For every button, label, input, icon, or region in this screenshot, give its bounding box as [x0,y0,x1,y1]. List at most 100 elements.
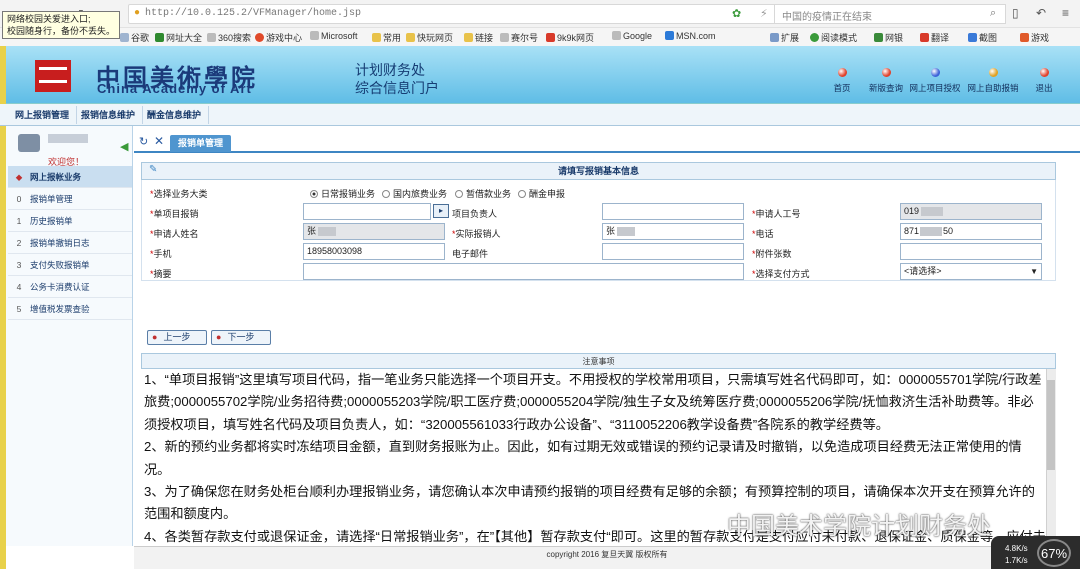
bookmark-item[interactable]: 游戏中心 [255,31,302,44]
nav-new-query[interactable]: 新版查询 [866,68,906,94]
bookmark-item[interactable]: Google [612,31,652,41]
upload-speed: 4.8K/s [1005,544,1028,553]
undo-icon[interactable]: ↶ [1036,6,1046,20]
nav-home[interactable]: 首页 [830,68,854,94]
extension-item[interactable]: 截图 [968,31,997,44]
scissors-icon [968,33,977,42]
extension-item[interactable]: 扩展 [770,31,799,44]
tooltip: 网络校园关爱进入口; 校园随身行，备份不丢失。 [2,11,120,39]
gamepad-icon [1020,33,1029,42]
home-dot-icon [837,68,847,77]
next-circle-icon: ● [216,332,222,342]
read-icon [810,33,819,42]
menu-remuneration-info[interactable]: 酬金信息维护 [140,106,210,124]
summary-label: *摘要 [150,269,172,279]
diamond-icon: ◆ [15,172,23,182]
menu-reimbursement-info[interactable]: 报销信息维护 [74,106,144,124]
radio-remuneration[interactable]: 酬金申报 [518,187,565,200]
bookmark-item[interactable]: 9k9k网页 [546,31,594,44]
project-owner-input[interactable] [602,203,744,220]
bookmark-item[interactable]: 快玩网页 [406,31,453,44]
mobile-label: *手机 [150,249,172,259]
payment-method-label: *选择支付方式 [752,269,810,279]
bookmark-item[interactable]: Microsoft [310,31,358,41]
next-step-button[interactable]: ● 下一步 [211,330,271,345]
bookmark-item[interactable]: 常用 [372,31,401,44]
actual-person-input[interactable]: 张 [602,223,744,240]
bank-icon [874,33,883,42]
page-icon [155,33,164,42]
game-icon [255,33,264,42]
school-logo-icon[interactable] [35,60,71,92]
search-icon[interactable]: ⌕ [990,7,996,20]
download-speed: 1.7K/s [1005,556,1028,565]
sidebar-item-payment-failed[interactable]: 3 支付失败报销单 [8,254,132,276]
radio-domestic-travel[interactable]: 国内旅费业务 [382,187,447,200]
email-label: 电子邮件 [452,249,489,259]
phone-icon[interactable]: ▯ [1012,6,1019,20]
folder-icon [464,33,473,42]
applicant-id-label: *申请人工号 [752,209,801,219]
query-dot-icon [881,68,891,77]
summary-input[interactable] [303,263,744,280]
page-icon [500,33,509,42]
usage-percent: 67% [1037,539,1071,567]
payment-method-select[interactable]: <请选择> ▼ [900,263,1042,280]
prev-circle-icon: ● [152,332,158,342]
page-icon [120,33,129,42]
tab-reimbursement-management[interactable]: 报销单管理 [170,135,232,152]
search-input[interactable]: 中国的疫情正在结束 [782,8,872,23]
user-name-redacted [48,134,88,143]
shield-icon[interactable]: ✿ [732,7,741,20]
extension-item[interactable]: 网银 [874,31,903,44]
footer-copyright: copyright 2016 复旦天翼 版权所有 [134,546,1080,569]
tooltip-line1: 网络校园关爱进入口; [7,14,91,24]
lightning-icon[interactable]: ⚡ [760,7,768,20]
menu-icon[interactable]: ≡ [1062,6,1069,20]
bookmark-item[interactable]: MSN.com [665,31,716,41]
tab-bar [134,133,1080,153]
phone-input[interactable]: 871 50 [900,223,1042,240]
sidebar-item-reimbursement-management[interactable]: 0 报销单管理 [8,188,132,210]
radio-daily[interactable]: 日常报销业务 [310,187,375,200]
sidebar-item-revoke-log[interactable]: 2 报销单撤销日志 [8,232,132,254]
scrollbar-thumb[interactable] [1047,380,1055,470]
sidebar-item-online-business[interactable]: ◆ 网上报帐业务 [8,166,132,188]
sidebar-item-history[interactable]: 1 历史报销单 [8,210,132,232]
sidebar-item-card-auth[interactable]: 4 公务卡消费认证 [8,276,132,298]
nav-project-authorization[interactable]: 网上项目授权 [908,68,962,94]
prev-step-button[interactable]: ● 上一步 [147,330,207,345]
radio-advance[interactable]: 暂借款业务 [455,187,511,200]
sidebar-item-invoice-check[interactable]: 5 增值税发票查验 [8,298,132,320]
nav-self-reimbursement[interactable]: 网上自助报销 [966,68,1020,94]
msn-icon [665,31,674,40]
translate-icon [920,33,929,42]
bookmark-item[interactable]: 链接 [464,31,493,44]
menu-online-reimbursement[interactable]: 网上报销管理 [8,106,78,124]
project-picker-button[interactable]: ▸ [433,204,449,218]
school-name-en: China Academy of Art [97,81,252,96]
refresh-icon[interactable]: ↻ [139,135,148,148]
portal-title-line2: 综合信息门户 [355,80,439,96]
bookmark-item[interactable]: 谷歌 [120,31,149,44]
bookmark-item[interactable]: 360搜索 [207,31,251,44]
collapse-arrow-icon[interactable]: ◀ [120,140,128,153]
email-input[interactable] [602,243,744,260]
page-icon [310,31,319,40]
mobile-input[interactable]: 18958003098 [303,243,445,260]
applicant-name-label: *申请人姓名 [150,229,199,239]
avatar [18,134,40,152]
extension-item[interactable]: 游戏 [1020,31,1049,44]
url-text[interactable]: http://10.0.125.2/VFManager/home.jsp [145,8,361,19]
bookmark-item[interactable]: 网址大全 [155,31,202,44]
close-icon[interactable]: ✕ [154,134,164,148]
business-type-label: *选择业务大类 [150,189,208,199]
extension-item[interactable]: 阅读模式 [810,31,857,44]
notes-heading: 注意事项 [141,353,1056,369]
grid-icon [770,33,779,42]
bookmark-item[interactable]: 赛尔号 [500,31,538,44]
single-project-input[interactable] [303,203,431,220]
attachments-input[interactable] [900,243,1042,260]
nav-logout[interactable]: 退出 [1032,68,1056,94]
extension-item[interactable]: 翻译 [920,31,949,44]
